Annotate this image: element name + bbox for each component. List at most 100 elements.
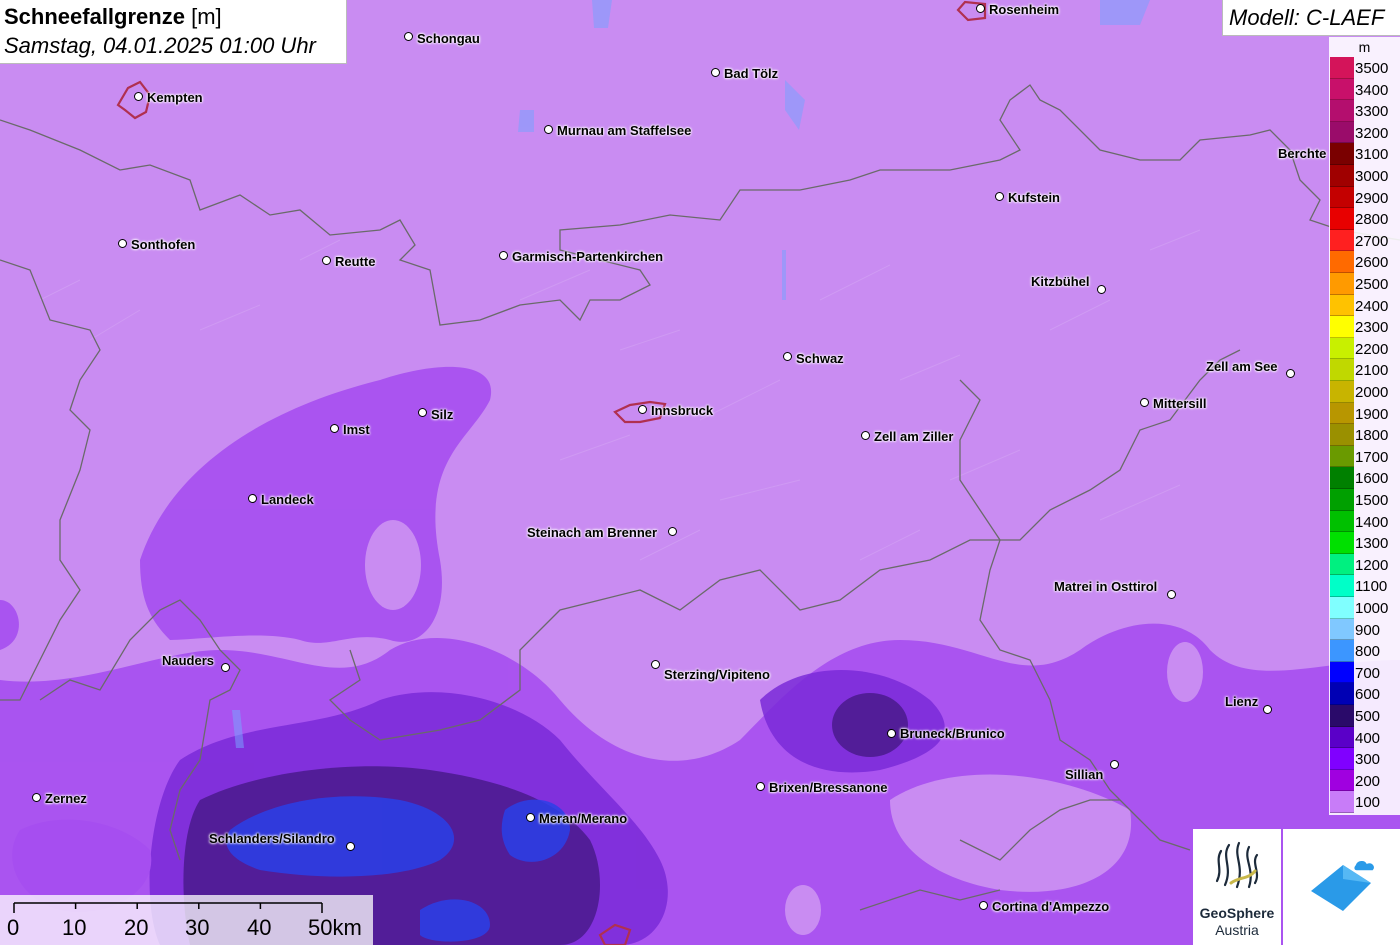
map-datetime: Samstag, 04.01.2025 01:00 Uhr bbox=[4, 33, 316, 58]
geosphere-logo-subtext: Austria bbox=[1215, 922, 1259, 938]
legend-row: 500 bbox=[1329, 705, 1400, 727]
legend-label: 1700 bbox=[1355, 448, 1389, 466]
model-label: Modell: C-LAEF bbox=[1229, 5, 1385, 30]
legend-label: 300 bbox=[1355, 751, 1381, 769]
scale-label: 20 bbox=[124, 915, 149, 940]
city-dot[interactable] bbox=[995, 192, 1004, 201]
city-dot[interactable] bbox=[1167, 590, 1176, 599]
city-label-lienz: Lienz bbox=[1225, 694, 1259, 709]
legend-swatch bbox=[1330, 553, 1354, 576]
city-dot[interactable] bbox=[526, 813, 535, 822]
city-dot[interactable] bbox=[499, 251, 508, 260]
legend-row: 2000 bbox=[1329, 381, 1400, 403]
legend-row: 3100 bbox=[1329, 143, 1400, 165]
city-label-nauders: Nauders bbox=[162, 653, 215, 668]
legend-label: 800 bbox=[1355, 643, 1381, 661]
city-label-murnau: Murnau am Staffelsee bbox=[557, 123, 692, 138]
city-dot[interactable] bbox=[221, 663, 230, 672]
scale-label: 50km bbox=[308, 915, 362, 940]
city-dot[interactable] bbox=[1110, 760, 1119, 769]
city-dot[interactable] bbox=[1286, 369, 1295, 378]
legend-row: 2400 bbox=[1329, 294, 1400, 317]
city-dot[interactable] bbox=[544, 125, 553, 134]
weather-app-logo[interactable] bbox=[1283, 829, 1400, 945]
city-label-schwaz: Schwaz bbox=[796, 351, 844, 366]
city-dot[interactable] bbox=[651, 660, 660, 669]
city-dot[interactable] bbox=[248, 494, 257, 503]
legend-swatch bbox=[1330, 121, 1354, 144]
city-dot[interactable] bbox=[976, 4, 985, 13]
city-dot[interactable] bbox=[1263, 705, 1272, 714]
city-dot[interactable] bbox=[418, 408, 427, 417]
city-dot[interactable] bbox=[322, 256, 331, 265]
legend-row: 1500 bbox=[1329, 489, 1400, 511]
legend-row: 3400 bbox=[1329, 78, 1400, 101]
city-dot[interactable] bbox=[1097, 285, 1106, 294]
legend-swatch bbox=[1330, 143, 1354, 165]
legend-label: 100 bbox=[1355, 794, 1381, 812]
scale-label: 40 bbox=[247, 915, 272, 940]
legend-label: 700 bbox=[1355, 664, 1381, 682]
weather-app-icon bbox=[1311, 859, 1376, 911]
map-title: Schneefallgrenze [m] bbox=[4, 4, 222, 29]
city-dot[interactable] bbox=[711, 68, 720, 77]
legend-swatch bbox=[1330, 705, 1354, 727]
legend-label: 2500 bbox=[1355, 276, 1389, 293]
legend-row: 600 bbox=[1329, 683, 1400, 705]
legend-label: 3100 bbox=[1355, 146, 1389, 164]
legend-swatch bbox=[1330, 510, 1354, 533]
city-dot[interactable] bbox=[668, 527, 677, 536]
legend-row: 100 bbox=[1329, 791, 1400, 813]
legend-swatch bbox=[1330, 618, 1354, 641]
city-dot[interactable] bbox=[756, 782, 765, 791]
city-label-mittersill: Mittersill bbox=[1153, 396, 1207, 411]
city-label-meran: Meran/Merano bbox=[539, 811, 628, 826]
city-label-reutte: Reutte bbox=[335, 254, 376, 269]
legend-label: 400 bbox=[1355, 729, 1381, 747]
legend-swatch bbox=[1330, 445, 1354, 468]
city-dot[interactable] bbox=[346, 842, 355, 851]
city-dot[interactable] bbox=[638, 405, 647, 414]
legend-swatch bbox=[1330, 165, 1354, 187]
legend-row: 900 bbox=[1329, 618, 1400, 641]
legend-swatch bbox=[1330, 769, 1354, 792]
legend-row: 800 bbox=[1329, 640, 1400, 662]
legend-swatch bbox=[1330, 337, 1354, 360]
legend-row: 3000 bbox=[1329, 165, 1400, 187]
legend-row: 2800 bbox=[1329, 208, 1400, 230]
city-dot[interactable] bbox=[330, 424, 339, 433]
city-dot[interactable] bbox=[979, 901, 988, 910]
city-dot[interactable] bbox=[887, 729, 896, 738]
city-dot[interactable] bbox=[404, 32, 413, 41]
city-dot[interactable] bbox=[1140, 398, 1149, 407]
city-dot[interactable] bbox=[118, 239, 127, 248]
city-label-sterzing: Sterzing/Vipiteno bbox=[664, 667, 770, 682]
legend-swatch bbox=[1330, 597, 1354, 619]
legend-label: 2600 bbox=[1355, 254, 1389, 272]
legend-label: 3500 bbox=[1355, 60, 1389, 77]
legend-row: 2700 bbox=[1329, 229, 1400, 252]
city-dot[interactable] bbox=[32, 793, 41, 802]
city-label-landeck: Landeck bbox=[261, 492, 314, 507]
city-label-sonthofen: Sonthofen bbox=[131, 237, 196, 252]
city-dot[interactable] bbox=[783, 352, 792, 361]
legend-swatch bbox=[1330, 683, 1354, 705]
legend-row: 3200 bbox=[1329, 121, 1400, 144]
legend-label: 1800 bbox=[1355, 427, 1389, 445]
legend-label: 1400 bbox=[1355, 513, 1389, 531]
legend-row: 1900 bbox=[1329, 402, 1400, 425]
city-label-berchtesgaden: Berchte bbox=[1278, 146, 1327, 161]
legend-label: 1600 bbox=[1355, 470, 1389, 488]
legend-row: 1800 bbox=[1329, 424, 1400, 446]
legend-label: 3200 bbox=[1355, 124, 1389, 142]
legend-label: 3000 bbox=[1355, 168, 1389, 185]
scale-label: 10 bbox=[62, 915, 87, 940]
legend-swatch bbox=[1330, 532, 1354, 554]
legend-swatch bbox=[1330, 791, 1354, 813]
city-dot[interactable] bbox=[861, 431, 870, 440]
legend-label: 900 bbox=[1355, 621, 1381, 639]
geosphere-logo[interactable]: GeoSphere Austria bbox=[1193, 829, 1281, 945]
map-title-box: Schneefallgrenze [m] Samstag, 04.01.2025… bbox=[0, 0, 347, 64]
legend-swatch bbox=[1330, 467, 1354, 489]
city-dot[interactable] bbox=[134, 92, 143, 101]
